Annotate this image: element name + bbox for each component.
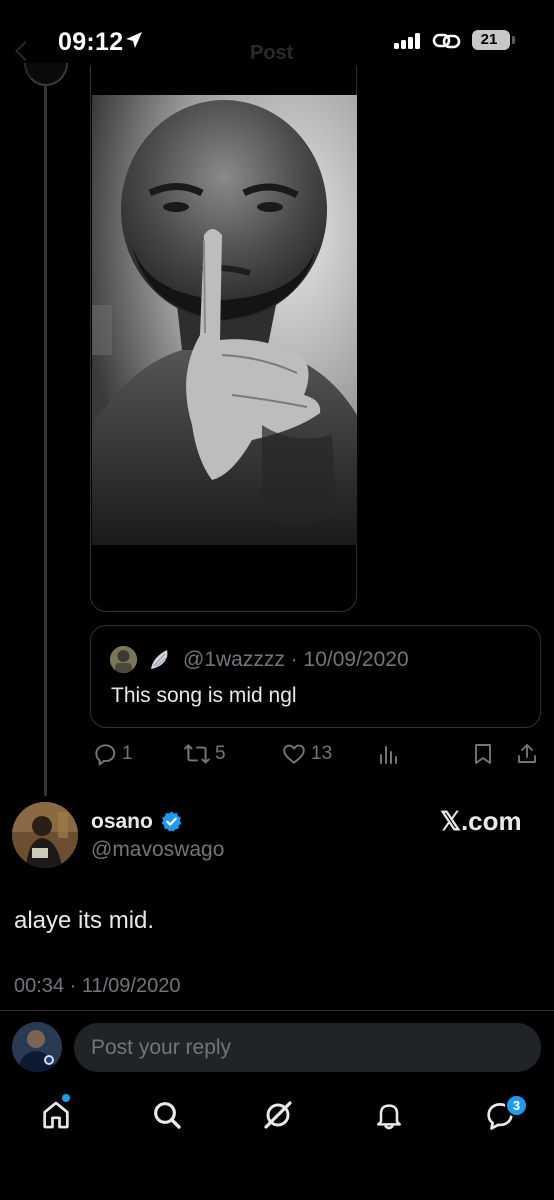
tab-search[interactable] — [147, 1095, 187, 1135]
post-timestamp: 00:34 · 11/09/2020 — [14, 975, 181, 997]
like-button[interactable]: 13 — [281, 740, 332, 768]
quoted-text: This song is mid ngl — [111, 684, 297, 707]
repost-button[interactable]: 5 — [183, 740, 226, 768]
reply-count: 1 — [122, 743, 133, 764]
reply-icon — [95, 744, 116, 766]
home-icon — [43, 1101, 69, 1129]
post-text: alaye its mid. — [14, 907, 155, 934]
reply-input[interactable] — [74, 1023, 541, 1072]
page-title: Post — [250, 42, 294, 64]
battery-level: 21 — [480, 31, 498, 48]
reply-button[interactable]: 1 — [92, 740, 133, 768]
author-avatar[interactable] — [12, 802, 78, 868]
home-notification-dot — [62, 1094, 70, 1102]
battery-nub — [512, 36, 515, 44]
messages-badge: 3 — [505, 1094, 528, 1117]
like-icon — [283, 744, 305, 764]
divider — [0, 1010, 554, 1011]
quoted-date: 10/09/2020 — [303, 648, 409, 671]
thread-connector — [44, 86, 47, 796]
quoted-handle[interactable]: @1wazzzz — [183, 648, 285, 671]
tab-notifications[interactable] — [369, 1095, 409, 1135]
quoted-post[interactable]: @1wazzzz · 10/09/2020 This song is mid n… — [90, 625, 541, 728]
wing-emoji-icon — [151, 650, 168, 669]
bookmark-icon — [475, 744, 491, 764]
share-icon — [518, 744, 536, 763]
back-arrow-icon[interactable] — [15, 41, 35, 61]
tab-grok[interactable] — [258, 1095, 298, 1135]
status-time: 09:12 — [58, 28, 124, 56]
repost-icon — [184, 744, 210, 764]
tab-home[interactable] — [36, 1095, 76, 1135]
xcom-watermark: 𝕏.com — [440, 806, 522, 836]
author-handle[interactable]: @mavoswago — [91, 838, 224, 862]
author-name[interactable]: osano — [91, 810, 153, 834]
user-avatar[interactable] — [12, 1022, 62, 1072]
verified-badge-icon — [161, 811, 182, 832]
search-icon — [154, 1102, 181, 1129]
quoted-avatar — [110, 646, 137, 673]
notifications-icon — [377, 1104, 401, 1130]
share-button[interactable] — [515, 740, 539, 768]
signal-icon — [394, 33, 424, 49]
like-count: 13 — [311, 743, 333, 764]
location-arrow-icon — [126, 32, 142, 48]
bookmark-button[interactable] — [471, 740, 495, 768]
quoted-meta: @1wazzzz · 10/09/2020 — [183, 648, 409, 671]
link-icon — [432, 33, 461, 49]
views-button[interactable] — [377, 740, 401, 768]
views-icon — [380, 746, 397, 764]
repost-count: 5 — [215, 743, 226, 764]
post-image[interactable] — [92, 95, 357, 545]
battery-icon: 21 — [472, 30, 510, 50]
grok-icon — [264, 1101, 292, 1129]
